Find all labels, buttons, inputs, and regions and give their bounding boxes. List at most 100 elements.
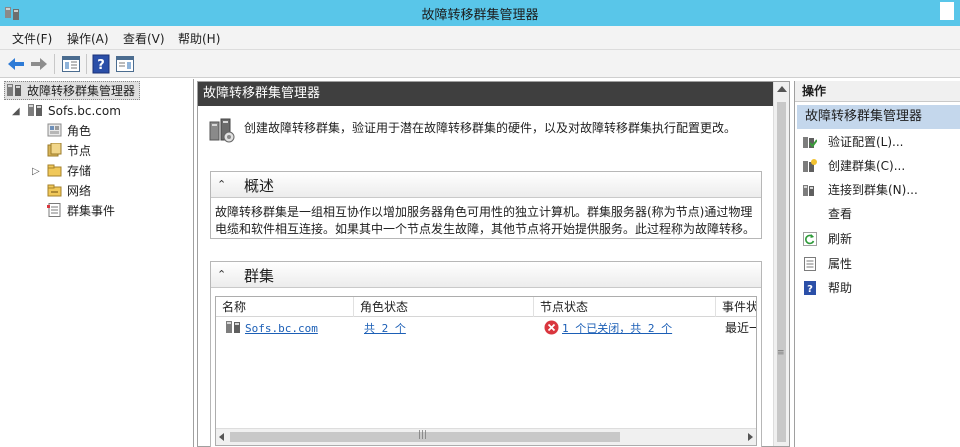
- overview-section: ⌃ 概述 故障转移群集是一组相互协作以增加服务器角色可用性的独立计算机。群集服务…: [210, 171, 762, 239]
- actions-header: 操作: [795, 81, 960, 102]
- cluster-events-icon: [47, 203, 61, 217]
- action-connect-label: 连接到群集(N)...: [828, 183, 918, 197]
- tree-item-networks[interactable]: 网络: [47, 182, 91, 201]
- action-create-cluster-label: 创建群集(C)...: [828, 159, 906, 173]
- menu-bar: 文件(F) 操作(A) 查看(V) 帮助(H): [0, 26, 960, 50]
- expanded-arrow-icon[interactable]: ◢: [12, 102, 20, 121]
- menu-action[interactable]: 操作(A): [67, 30, 109, 47]
- action-help-label: 帮助: [828, 281, 853, 295]
- back-arrow-icon[interactable]: [5, 53, 27, 75]
- event-status-cell: 最近一: [725, 321, 756, 335]
- show-hide-action-pane-icon[interactable]: [114, 53, 136, 75]
- scroll-right-arrow-icon[interactable]: [748, 433, 753, 441]
- column-node-status[interactable]: 节点状态: [534, 297, 716, 317]
- action-connect-to-cluster[interactable]: 连接到群集(N)...: [795, 180, 960, 200]
- svg-text:?: ?: [807, 284, 813, 295]
- show-hide-tree-icon[interactable]: [60, 53, 82, 75]
- toolbar-separator: [54, 54, 55, 74]
- tree-item-cluster-events[interactable]: 群集事件: [47, 202, 115, 221]
- help-icon[interactable]: ?: [90, 53, 112, 75]
- node-status-link[interactable]: 1 个已关闭，共 2 个: [562, 322, 672, 335]
- tree-item-nodes[interactable]: 节点: [47, 142, 91, 161]
- roles-icon: [47, 123, 62, 137]
- action-validate-configuration[interactable]: 验证配置(L)...: [795, 132, 960, 152]
- intro-text: 创建故障转移群集，验证用于潜在故障转移群集的硬件，以及对故障转移群集执行配置更改…: [244, 121, 737, 135]
- tree-item-storage[interactable]: ▷ 存储: [32, 162, 91, 181]
- tree-roles-label: 角色: [67, 124, 92, 138]
- menu-help[interactable]: 帮助(H): [178, 30, 220, 47]
- clusters-table: 名称 角色状态 节点状态 事件状 Sofs.bc.com 共 2 个 1 个已关…: [215, 296, 757, 446]
- table-row[interactable]: Sofs.bc.com 共 2 个 1 个已关闭，共 2 个 最近一: [216, 319, 756, 338]
- svg-text:?: ?: [97, 58, 105, 73]
- center-pane: 故障转移群集管理器 ≡ 创建故障转移群集，验证用于潜在故障转移群集的硬件，以及对…: [197, 81, 790, 447]
- table-horizontal-scrollbar[interactable]: |||: [216, 428, 756, 445]
- action-refresh-label: 刷新: [828, 232, 853, 246]
- create-cluster-icon: [803, 159, 817, 172]
- toolbar-separator: [86, 54, 87, 74]
- error-icon: [544, 320, 559, 335]
- networks-icon: [47, 184, 62, 197]
- tree-item-root[interactable]: 故障转移群集管理器: [4, 81, 140, 100]
- actions-subheader[interactable]: 故障转移群集管理器: [797, 105, 960, 129]
- node-status-cell: 1 个已关闭，共 2 个: [544, 319, 714, 338]
- action-refresh[interactable]: 刷新: [795, 229, 960, 249]
- overview-header[interactable]: ⌃ 概述: [211, 172, 761, 198]
- action-view[interactable]: 查看: [795, 204, 960, 224]
- role-status-link[interactable]: 共 2 个: [364, 322, 406, 335]
- center-vertical-scrollbar[interactable]: ≡: [773, 82, 789, 446]
- action-properties[interactable]: 属性: [795, 254, 960, 274]
- cluster-name-link[interactable]: Sofs.bc.com: [245, 322, 318, 335]
- validate-configuration-icon: [803, 137, 817, 148]
- nodes-icon: [47, 143, 62, 157]
- scrollbar-grip-icon: ≡: [777, 348, 785, 358]
- connect-to-cluster-icon: [803, 185, 814, 196]
- toolbar: ?: [0, 50, 960, 78]
- scrollbar-grip-icon: |||: [418, 430, 428, 440]
- tree-root-label: 故障转移群集管理器: [27, 84, 136, 98]
- help-icon: ?: [804, 281, 816, 295]
- action-help[interactable]: ? 帮助: [795, 278, 960, 298]
- title-bar: 故障转移群集管理器: [0, 0, 960, 26]
- actions-pane: 操作 故障转移群集管理器 验证配置(L)... 创建群集(C)... 连接到群集…: [794, 81, 960, 447]
- navigation-tree: 故障转移群集管理器 ◢ Sofs.bc.com 角色 节点 ▷ 存储 网络 群集…: [0, 79, 194, 447]
- column-event-status[interactable]: 事件状: [716, 297, 756, 317]
- cluster-icon: [28, 104, 42, 116]
- properties-icon: [804, 257, 816, 271]
- action-validate-label: 验证配置(L)...: [828, 135, 904, 149]
- cluster-intro-icon: [209, 118, 235, 143]
- minimize-button[interactable]: [940, 2, 954, 20]
- action-view-label: 查看: [828, 207, 853, 221]
- clusters-header[interactable]: ⌃ 群集: [211, 262, 761, 288]
- menu-file[interactable]: 文件(F): [12, 30, 52, 47]
- tree-item-cluster[interactable]: ◢ Sofs.bc.com: [12, 102, 121, 121]
- tree-storage-label: 存储: [67, 164, 92, 178]
- center-header: 故障转移群集管理器: [198, 82, 774, 106]
- cluster-manager-icon: [7, 84, 21, 96]
- overview-line-1: 故障转移群集是一组相互协作以增加服务器角色可用性的独立计算机。群集服务器(称为节…: [215, 205, 753, 219]
- collapse-caret-icon[interactable]: ⌃: [217, 268, 226, 281]
- action-properties-label: 属性: [828, 257, 853, 271]
- column-role-status[interactable]: 角色状态: [354, 297, 534, 317]
- tree-nodes-label: 节点: [67, 144, 92, 158]
- forward-arrow-icon[interactable]: [28, 53, 50, 75]
- menu-view[interactable]: 查看(V): [123, 30, 165, 47]
- tree-item-roles[interactable]: 角色: [47, 122, 91, 141]
- scroll-up-arrow-icon[interactable]: [777, 86, 787, 92]
- scrollbar-thumb[interactable]: [777, 102, 786, 442]
- refresh-icon: [803, 232, 817, 246]
- collapsed-arrow-icon[interactable]: ▷: [32, 162, 40, 181]
- column-name[interactable]: 名称: [216, 297, 354, 317]
- action-create-cluster[interactable]: 创建群集(C)...: [795, 156, 960, 176]
- collapse-caret-icon[interactable]: ⌃: [217, 178, 226, 191]
- tree-cluster-label: Sofs.bc.com: [48, 104, 121, 118]
- overview-body: 故障转移群集是一组相互协作以增加服务器角色可用性的独立计算机。群集服务器(称为节…: [211, 198, 761, 242]
- clusters-table-header: 名称 角色状态 节点状态 事件状: [216, 297, 756, 317]
- tree-networks-label: 网络: [67, 184, 92, 198]
- clusters-section: ⌃ 群集 名称 角色状态 节点状态 事件状 Sofs.bc.com 共 2 个: [210, 261, 762, 447]
- overview-line-2: 电缆和软件相互连接。如果其中一个节点发生故障，其他节点将开始提供服务。此过程称为…: [215, 222, 756, 236]
- storage-icon: [47, 164, 62, 177]
- window-title: 故障转移群集管理器: [421, 8, 539, 23]
- scroll-left-arrow-icon[interactable]: [219, 433, 224, 441]
- overview-title: 概述: [244, 177, 275, 195]
- clusters-title: 群集: [244, 267, 275, 285]
